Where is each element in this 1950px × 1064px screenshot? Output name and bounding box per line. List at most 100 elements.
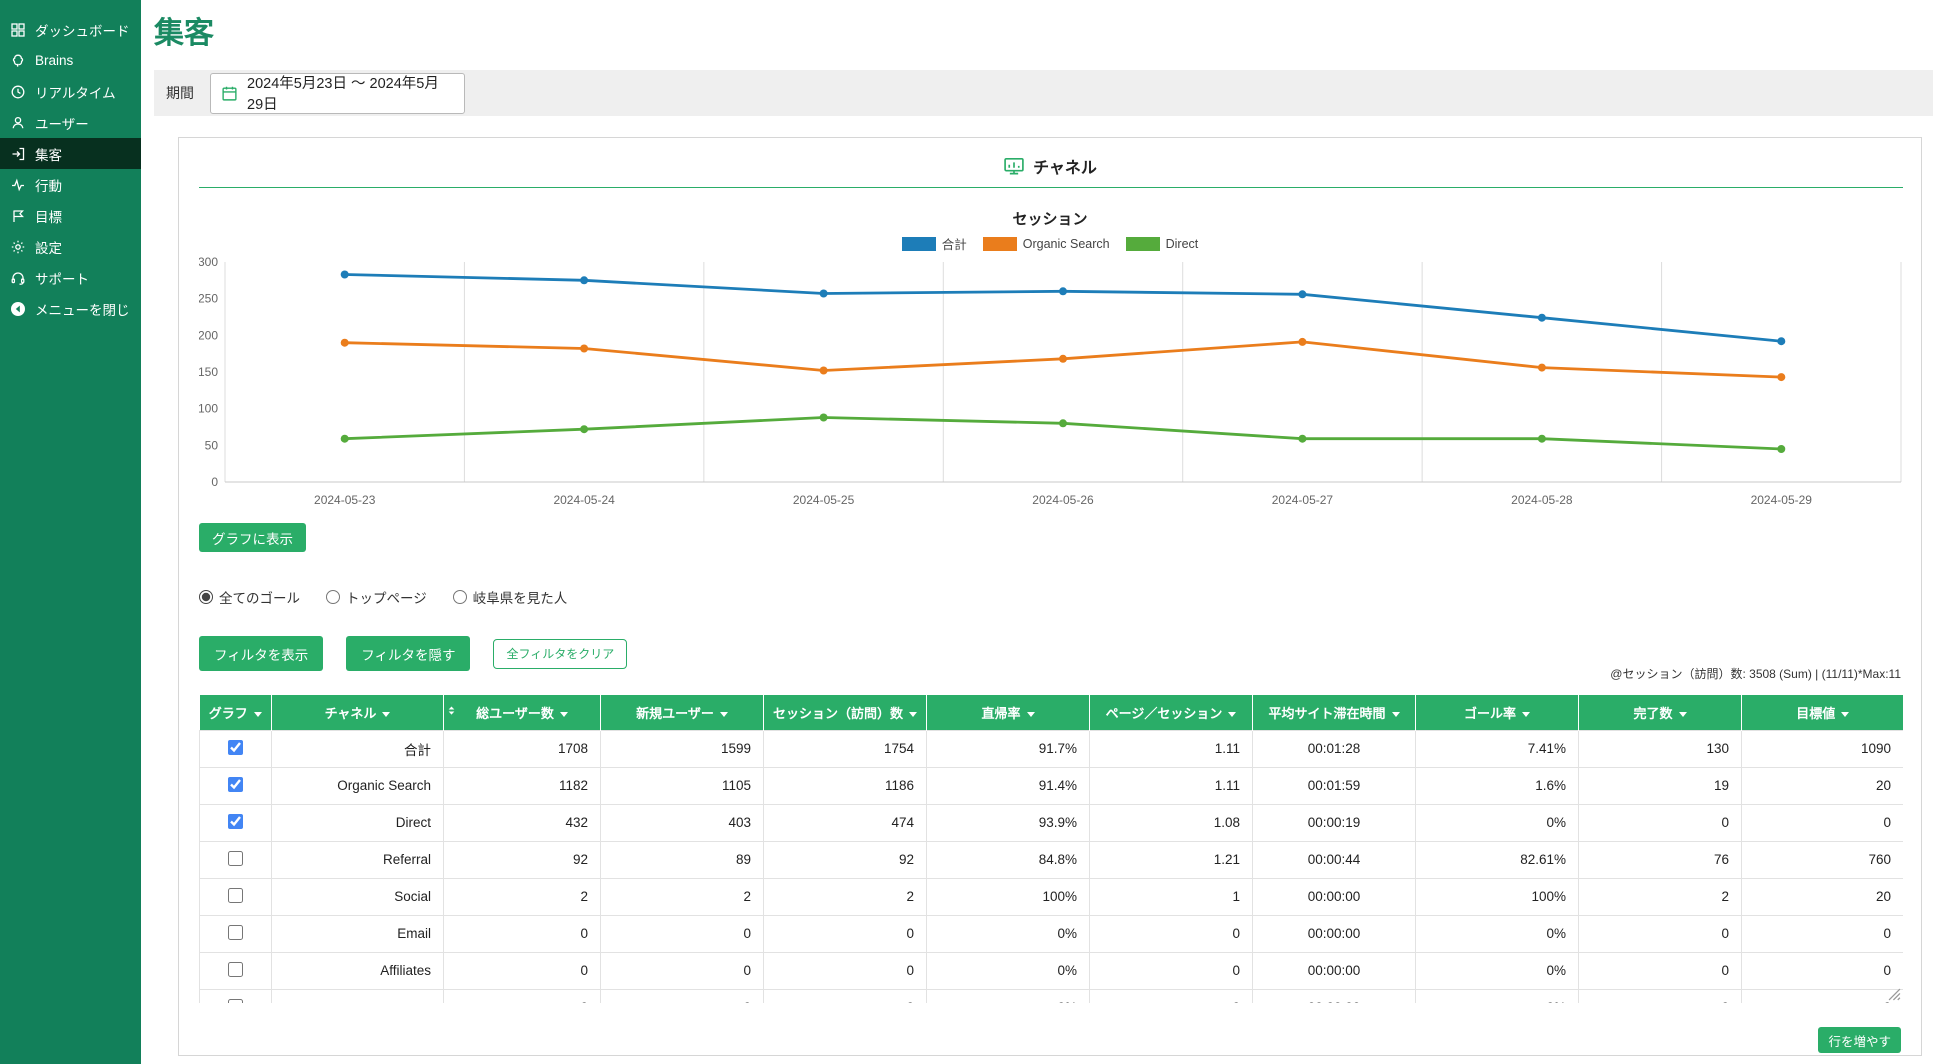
- sidebar-item-dashboard[interactable]: ダッシュボード: [0, 14, 141, 45]
- goal-radio-label: トップページ: [346, 591, 427, 606]
- col-header-total-users[interactable]: 総ユーザー数: [443, 695, 601, 730]
- resize-grip-icon[interactable]: [1888, 988, 1901, 1001]
- graph-checkbox-cell: [199, 877, 272, 916]
- sidebar-item-goals[interactable]: 目標: [0, 200, 141, 231]
- table-row: Email 0 0 0 0% 0 00:00:00 0% 0 0: [199, 914, 1903, 953]
- caret-down-icon: [1678, 711, 1687, 717]
- data-point[interactable]: [1777, 337, 1786, 346]
- table-cell: 0: [443, 914, 601, 953]
- table-cell: 00:01:28: [1252, 729, 1416, 768]
- data-point[interactable]: [1537, 313, 1546, 322]
- goal-radio-label: 岐阜県を見た人: [472, 591, 568, 606]
- channel-cell: Social: [271, 877, 444, 916]
- table-cell: 00:00:00: [1252, 988, 1416, 1003]
- col-header-bounce-rate[interactable]: 直帰率: [926, 695, 1090, 730]
- data-point[interactable]: [340, 434, 349, 443]
- col-header-label: ページ／セッション: [1105, 705, 1223, 721]
- data-point[interactable]: [1059, 419, 1067, 428]
- table-cell: 1754: [763, 729, 927, 768]
- show-filter-button[interactable]: フィルタを表示: [199, 636, 324, 671]
- goal-radio-input[interactable]: [326, 590, 340, 604]
- goal-radio-2[interactable]: 岐阜県を見た人: [452, 587, 568, 607]
- goal-radio-0[interactable]: 全てのゴール: [199, 587, 300, 607]
- hide-filter-button[interactable]: フィルタを隠す: [346, 636, 471, 671]
- col-header-goal-rate[interactable]: ゴール率: [1415, 695, 1579, 730]
- row-checkbox[interactable]: [228, 998, 243, 1003]
- clear-filters-button[interactable]: 全フィルタをクリア: [493, 638, 628, 669]
- caret-down-icon: [559, 711, 568, 717]
- data-point[interactable]: [580, 344, 589, 353]
- sidebar-item-realtime[interactable]: リアルタイム: [0, 76, 141, 107]
- row-checkbox[interactable]: [228, 887, 243, 903]
- goal-radio-input[interactable]: [199, 590, 213, 604]
- table-header-row: グラフ チャネル 総ユーザー数 新規ユーザー セッション（訪問）数 直帰率 ページ／セッショ…: [199, 695, 1903, 730]
- data-point[interactable]: [1298, 337, 1307, 346]
- sessions-chart: 0 50 100 150 200 250 300 2024-05-23 2024-05-24 20…: [199, 255, 1902, 507]
- channels-table-wrap: グラフ チャネル 総ユーザー数 新規ユーザー セッション（訪問）数 直帰率 ページ／セッショ…: [199, 695, 1903, 1003]
- data-point[interactable]: [819, 289, 828, 298]
- table-cell: 432: [443, 803, 601, 842]
- goal-radio-label: 全てのゴール: [219, 591, 300, 606]
- sort-icon[interactable]: [445, 704, 458, 720]
- sidebar-item-label: ユーザー: [35, 116, 89, 132]
- data-point[interactable]: [340, 270, 349, 279]
- col-header-channel[interactable]: チャネル: [271, 695, 444, 730]
- sidebar-item-behavior[interactable]: 行動: [0, 169, 141, 200]
- sidebar-item-support[interactable]: サポート: [0, 262, 141, 293]
- data-point[interactable]: [1298, 290, 1307, 299]
- col-header-new-users[interactable]: 新規ユーザー: [600, 695, 764, 730]
- app-root: ダッシュボード Brains リアルタイムユーザー集客 行動 目標 設定 サポート メニューを…: [0, 0, 1950, 1064]
- date-range-input[interactable]: 2024年5月23日 ～ 2024年5月29日: [210, 72, 465, 114]
- col-header-avg-time-on-site[interactable]: 平均サイト滞在時間: [1252, 695, 1416, 730]
- data-point[interactable]: [1777, 445, 1786, 453]
- col-header-target[interactable]: 目標値: [1741, 695, 1903, 730]
- col-header-graph[interactable]: グラフ: [199, 695, 272, 730]
- row-checkbox[interactable]: [228, 961, 243, 977]
- data-point[interactable]: [340, 338, 349, 347]
- table-cell: 1186: [763, 766, 927, 805]
- table-row: 0000%000:00:000%00: [199, 988, 1903, 1003]
- sidebar-item-brains[interactable]: Brains: [0, 45, 141, 76]
- sidebar-item-label: Brains: [35, 53, 74, 68]
- x-tick-label: 2024-05-24: [553, 493, 615, 507]
- goal-radio-1[interactable]: トップページ: [326, 587, 427, 607]
- channel-monitor-icon: [1003, 157, 1025, 176]
- data-point[interactable]: [1537, 434, 1546, 443]
- row-checkbox[interactable]: [228, 850, 243, 866]
- data-point[interactable]: [819, 413, 828, 422]
- sidebar-item-users[interactable]: ユーザー: [0, 107, 141, 138]
- data-point[interactable]: [1777, 373, 1786, 382]
- table-cell: 0: [443, 951, 601, 990]
- col-header-pages-per-session[interactable]: ページ／セッション: [1089, 695, 1253, 730]
- data-point[interactable]: [1298, 434, 1307, 443]
- channels-table: グラフ チャネル 総ユーザー数 新規ユーザー セッション（訪問）数 直帰率 ページ／セッショ…: [199, 695, 1903, 1003]
- show-on-graph-button[interactable]: グラフに表示: [199, 523, 306, 552]
- goal-radio-input[interactable]: [452, 590, 467, 604]
- table-cell: 0: [443, 988, 601, 1003]
- table-cell: 0: [1089, 914, 1253, 953]
- graph-checkbox-cell: [199, 951, 272, 990]
- sidebar-item-acquisition[interactable]: 集客: [0, 138, 141, 169]
- table-cell: 0: [600, 914, 764, 953]
- data-point[interactable]: [580, 425, 589, 434]
- add-row-button[interactable]: 行を増やす: [1818, 1027, 1901, 1053]
- row-checkbox[interactable]: [228, 739, 243, 755]
- data-point[interactable]: [1537, 363, 1546, 372]
- table-cell: 76: [1578, 840, 1742, 879]
- data-point[interactable]: [1059, 287, 1067, 296]
- col-header-sessions[interactable]: セッション（訪問）数: [763, 695, 927, 730]
- table-cell: 1.6%: [1415, 766, 1579, 805]
- panel-title: チャネル: [1033, 160, 1097, 177]
- data-point[interactable]: [819, 366, 828, 375]
- row-checkbox[interactable]: [228, 813, 243, 829]
- green-divider: [199, 187, 1903, 188]
- row-checkbox[interactable]: [228, 924, 243, 940]
- sidebar-item-settings[interactable]: 設定: [0, 231, 141, 262]
- data-point[interactable]: [580, 276, 589, 285]
- table-cell: 91.7%: [926, 729, 1090, 768]
- row-checkbox[interactable]: [228, 776, 243, 792]
- caret-down-icon: [382, 711, 391, 717]
- col-header-completions[interactable]: 完了数: [1578, 695, 1742, 730]
- sidebar-item-close-menu[interactable]: メニューを閉じる: [0, 293, 141, 324]
- data-point[interactable]: [1059, 354, 1067, 363]
